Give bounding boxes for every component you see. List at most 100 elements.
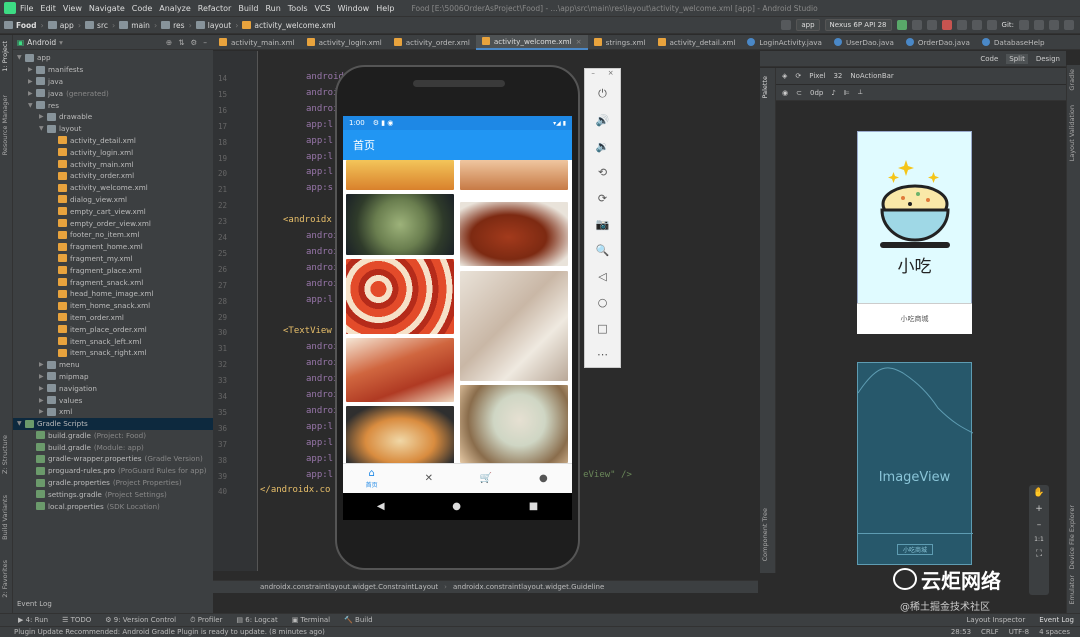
debug-icon[interactable] <box>911 20 922 30</box>
menu-item-help[interactable]: Help <box>376 4 394 13</box>
tree-folder-item[interactable]: ▶ mipmap <box>13 371 213 383</box>
tree-folder-item[interactable]: ▼ app <box>13 52 213 64</box>
bottom-nav-item[interactable]: ● <box>515 464 572 493</box>
zoom-icon[interactable]: 🔍 <box>585 237 620 263</box>
tree-file-item[interactable]: dialog_view.xml <box>13 194 213 206</box>
code-mode-button[interactable]: Code <box>980 55 998 63</box>
tab-activity_login-xml[interactable]: activity_login.xml <box>301 35 388 50</box>
layout-inspector-button[interactable]: Layout Inspector <box>967 616 1026 624</box>
bottom-nav-item[interactable]: ⌂ 首页 <box>343 464 400 493</box>
chevron-right-icon[interactable]: ▶ <box>39 361 47 368</box>
rotate-right-icon[interactable]: ⟳ <box>585 185 620 211</box>
chevron-right-icon[interactable]: ▶ <box>39 113 47 120</box>
close-icon[interactable]: × <box>608 69 614 81</box>
close-icon[interactable]: × <box>576 37 582 46</box>
tab-activity_welcome-xml[interactable]: activity_welcome.xml × <box>475 34 588 50</box>
more-icon[interactable]: ⋯ <box>585 341 620 367</box>
food-image[interactable] <box>346 259 454 334</box>
git-update-icon[interactable] <box>1019 20 1029 30</box>
food-image[interactable] <box>346 160 454 190</box>
chevron-right-icon[interactable]: ▶ <box>39 397 47 404</box>
sdk-manager-icon[interactable] <box>986 20 997 30</box>
line-separator[interactable]: CRLF <box>981 628 999 636</box>
tree-file-item[interactable]: fragment_snack.xml <box>13 276 213 288</box>
zoom-in-icon[interactable]: + <box>1035 504 1043 514</box>
tree-folder-item[interactable]: local.properties (SDK Location) <box>13 500 213 512</box>
tool-window-button[interactable]: 🔨 Build <box>344 616 373 625</box>
menu-item-edit[interactable]: Edit <box>40 4 56 13</box>
tab-activity_order-xml[interactable]: activity_order.xml <box>388 35 476 50</box>
tree-file-item[interactable]: item_place_order.xml <box>13 323 213 335</box>
home-icon[interactable]: ○ <box>585 289 620 315</box>
indent-setting[interactable]: 4 spaces <box>1039 628 1070 636</box>
menu-item-analyze[interactable]: Analyze <box>159 4 191 13</box>
food-image[interactable] <box>460 271 568 381</box>
food-image[interactable] <box>460 160 568 190</box>
bottom-nav-item[interactable]: 🛒 <box>458 464 515 493</box>
chevron-down-icon[interactable]: ▼ <box>28 102 36 109</box>
menu-item-file[interactable]: File <box>20 4 33 13</box>
magnet-icon[interactable]: ⊂ <box>796 89 802 97</box>
tool-window-button[interactable]: ▶ 4: Run <box>18 616 48 625</box>
run-icon[interactable] <box>896 20 907 30</box>
layout-validation-side-tab[interactable]: Layout Validation <box>1068 105 1076 161</box>
tree-folder-item[interactable]: gradle.properties (Project Properties) <box>13 477 213 489</box>
tool-window-button[interactable]: ⏱ Profiler <box>190 616 222 625</box>
eye-icon[interactable]: ◉ <box>782 89 788 97</box>
food-image[interactable] <box>460 202 568 266</box>
tab-activity_main-xml[interactable]: activity_main.xml <box>213 35 301 50</box>
tree-file-item[interactable]: item_home_snack.xml <box>13 300 213 312</box>
avd-manager-icon[interactable] <box>971 20 982 30</box>
breadcrumb-item[interactable]: activity_welcome.xml <box>242 21 335 30</box>
tree-file-item[interactable]: empty_cart_view.xml <box>13 205 213 217</box>
collapse-icon[interactable]: ⇅ <box>178 38 184 47</box>
tree-folder-item[interactable]: ▶ navigation <box>13 382 213 394</box>
breadcrumb-item[interactable]: res <box>161 21 185 30</box>
menu-item-view[interactable]: View <box>63 4 82 13</box>
menu-item-run[interactable]: Run <box>265 4 280 13</box>
tree-file-item[interactable]: footer_no_item.xml <box>13 229 213 241</box>
phone-screen[interactable] <box>343 116 572 520</box>
split-mode-button[interactable]: Split <box>1006 53 1028 64</box>
tab-loginactivity-java[interactable]: LoginActivity.java <box>741 35 828 50</box>
tree-folder-item[interactable]: ▼ res <box>13 99 213 111</box>
tree-folder-item[interactable]: ▶ xml <box>13 406 213 418</box>
resource-manager-side-tab[interactable]: Resource Manager <box>1 95 9 155</box>
favorites-side-tab[interactable]: 2: Favorites <box>1 560 9 598</box>
breadcrumb-item[interactable]: Food <box>4 21 37 30</box>
project-side-tab[interactable]: 1: Project <box>1 41 9 72</box>
tree-folder-item[interactable]: ▶ values <box>13 394 213 406</box>
breadcrumb-guideline[interactable]: androidx.constraintlayout.widget.Guideli… <box>453 583 604 591</box>
git-commit-icon[interactable] <box>1034 20 1044 30</box>
hammer-icon[interactable] <box>781 20 792 30</box>
run-config-dropdown[interactable]: app <box>796 19 820 31</box>
file-encoding[interactable]: UTF-8 <box>1009 628 1029 636</box>
menu-item-window[interactable]: Window <box>338 4 370 13</box>
build-variants-side-tab[interactable]: Build Variants <box>1 495 9 540</box>
layers-icon[interactable]: ◈ <box>782 72 787 80</box>
device-dropdown-design[interactable]: Pixel <box>809 72 825 80</box>
menu-item-refactor[interactable]: Refactor <box>198 4 232 13</box>
chevron-right-icon[interactable]: ▶ <box>39 408 47 415</box>
tool-window-button[interactable]: ☰ TODO <box>62 616 91 625</box>
tree-folder-item[interactable]: ▼ Gradle Scripts <box>13 417 213 430</box>
menu-item-vcs[interactable]: VCS <box>315 4 331 13</box>
tree-folder-item[interactable]: ▶ manifests <box>13 64 213 76</box>
tab-strings-xml[interactable]: strings.xml <box>588 35 652 50</box>
margin-dropdown[interactable]: 0dp <box>810 89 823 97</box>
tree-folder-item[interactable]: build.gradle (Module: app) <box>13 441 213 453</box>
bottom-nav-item[interactable]: ✕ <box>400 464 457 493</box>
globe-icon[interactable]: ⊕ <box>166 38 172 47</box>
tree-file-item[interactable]: activity_login.xml <box>13 146 213 158</box>
minimize-icon[interactable]: – <box>591 69 595 81</box>
chevron-right-icon[interactable]: ▶ <box>28 90 36 97</box>
blueprint-view[interactable] <box>857 362 974 565</box>
tool-window-button[interactable]: ▣ Terminal <box>292 616 330 625</box>
breadcrumb-item[interactable]: main <box>119 21 150 30</box>
tool-window-button[interactable]: ▤ 6: Logcat <box>236 616 277 625</box>
chevron-right-icon[interactable]: ▶ <box>28 66 36 73</box>
chevron-right-icon[interactable]: ▶ <box>39 373 47 380</box>
guideline-icon[interactable]: ⟂ <box>858 88 863 97</box>
breadcrumb-constraintlayout[interactable]: androidx.constraintlayout.widget.Constra… <box>260 583 438 591</box>
zoom-out-icon[interactable]: – <box>1037 520 1042 530</box>
